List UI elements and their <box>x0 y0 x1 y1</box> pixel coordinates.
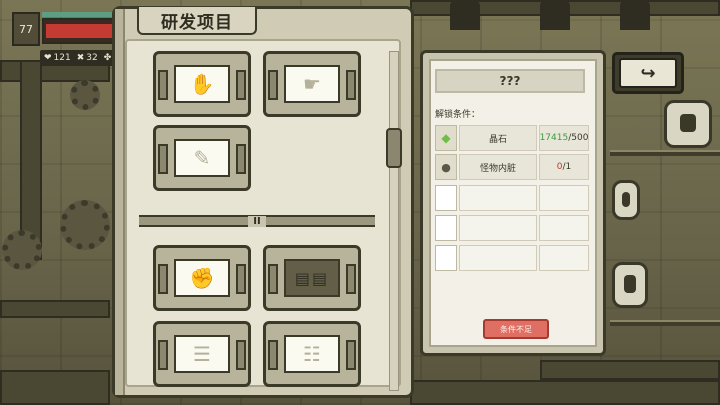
research-card-5[interactable]: ▤▤ <box>263 245 361 311</box>
scrollbar-thumb[interactable] <box>386 128 402 168</box>
research-card-6[interactable]: ☰ <box>153 321 251 387</box>
research-scrollbar[interactable] <box>386 51 402 391</box>
player-level: 77 <box>12 12 40 46</box>
research-card-4[interactable]: ✊ <box>153 245 251 311</box>
crystal-icon: ◆ <box>435 125 457 151</box>
requirement-count: 17415/500 <box>539 125 589 151</box>
project-icon: ✋ <box>189 72 215 96</box>
heart-icon: ❤ <box>44 53 52 63</box>
requirement-row: ◆ 晶石 17415/500 <box>435 125 589 151</box>
stat-armor: ✖ 32 <box>77 53 98 63</box>
requirement-name: 晶石 <box>459 125 537 151</box>
stat-hp: ❤ 121 <box>44 53 71 63</box>
requirement-row: ● 怪物内脏 0/1 <box>435 154 589 180</box>
research-card-2[interactable]: ☛ <box>263 51 361 117</box>
project-detail-panel: ??? 解锁条件： ◆ 晶石 17415/500 ● 怪物内脏 0/1 条件不足 <box>420 50 606 356</box>
clover-icon: ✤ <box>103 53 112 63</box>
project-icon: ☛ <box>303 72 321 96</box>
player-hud: 77 ❤121 ✖32 ✤17 <box>12 12 129 66</box>
research-panel: 研发项目 ✋ ☛ ✎ II ✊ ▤▤ ☰ ☷ <box>112 6 414 398</box>
project-icon: ☷ <box>303 342 321 366</box>
research-card-3[interactable]: ✎ <box>153 125 251 191</box>
unlock-conditions-label: 解锁条件： <box>435 110 481 120</box>
requirement-row-empty <box>435 215 589 241</box>
research-title-tab: 研发项目 <box>137 7 257 35</box>
research-button-insufficient[interactable]: 条件不足 <box>483 319 549 339</box>
back-button[interactable]: ↪ <box>612 52 684 94</box>
requirement-row-empty <box>435 185 589 211</box>
return-arrow-icon: ↪ <box>640 62 656 84</box>
project-name: ??? <box>435 69 585 93</box>
research-title: 研发项目 <box>161 12 233 33</box>
group-divider: II <box>139 215 375 227</box>
group-divider-label: II <box>248 215 266 227</box>
project-icon: ✎ <box>193 146 211 170</box>
project-icon: ☰ <box>193 342 211 366</box>
requirement-name: 怪物内脏 <box>459 154 537 180</box>
stat-armor-value: 32 <box>86 53 98 63</box>
research-card-7[interactable]: ☷ <box>263 321 361 387</box>
panel-rail <box>115 9 125 395</box>
stat-hp-value: 121 <box>53 53 71 63</box>
project-icon: ✊ <box>189 266 215 290</box>
armor-icon: ✖ <box>76 53 85 63</box>
requirement-count: 0/1 <box>539 154 589 180</box>
organ-icon: ● <box>435 154 457 180</box>
health-bar-fill <box>46 24 115 38</box>
requirement-row-empty <box>435 245 589 271</box>
locked-hatch-icon: ▤▤ <box>294 268 330 288</box>
research-card-1[interactable]: ✋ <box>153 51 251 117</box>
